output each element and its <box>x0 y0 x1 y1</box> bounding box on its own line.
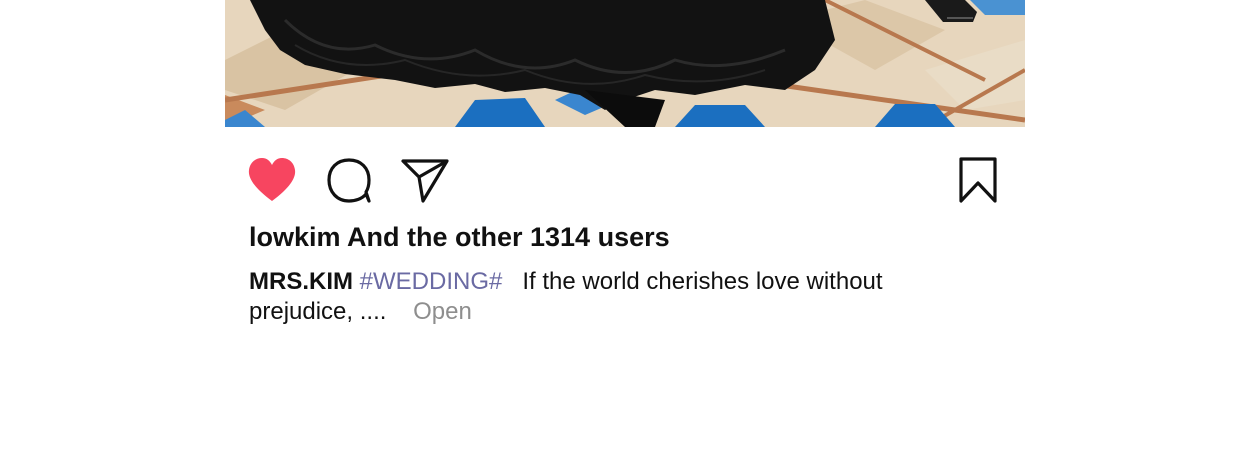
share-icon[interactable] <box>401 157 449 203</box>
caption-hashtag[interactable]: #WEDDING# <box>360 268 503 295</box>
open-caption-link[interactable]: Open <box>413 298 472 325</box>
post-photo[interactable] <box>225 0 1025 127</box>
heart-icon[interactable] <box>247 157 297 203</box>
action-bar <box>225 155 1025 205</box>
caption-text: If the world cherishes love without <box>522 268 883 295</box>
bookmark-icon[interactable] <box>958 156 998 204</box>
post-card: lowkim And the other 1314 users MRS.KIM … <box>225 0 1025 457</box>
caption-username[interactable]: MRS.KIM <box>249 268 353 295</box>
comment-icon[interactable] <box>326 157 372 203</box>
likes-summary[interactable]: lowkim And the other 1314 users <box>249 222 670 253</box>
post-photo-image <box>225 0 1025 127</box>
post-caption: MRS.KIM #WEDDING# If the world cherishes… <box>249 267 939 327</box>
caption-text-continued: prejudice, .... <box>249 298 387 325</box>
